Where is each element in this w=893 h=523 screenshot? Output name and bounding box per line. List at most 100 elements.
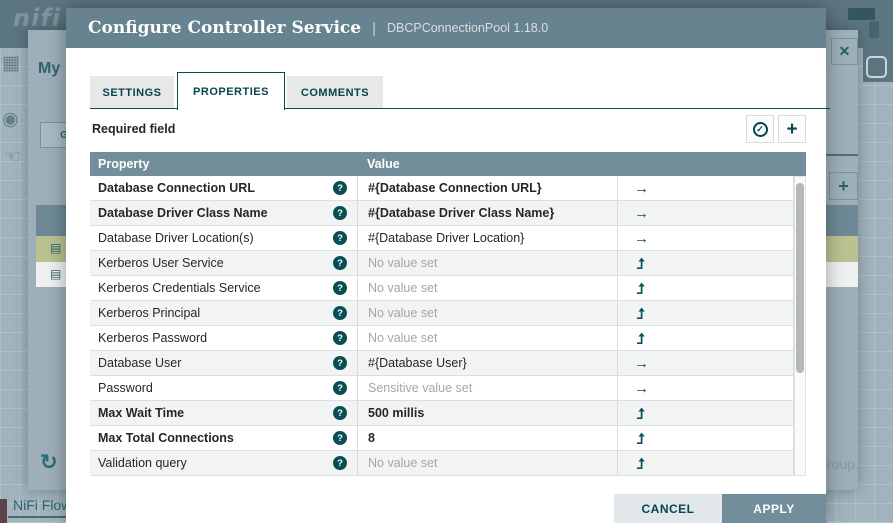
- check-circle-icon: ✓: [753, 122, 768, 137]
- dialog-header: Configure Controller Service | DBCPConne…: [66, 8, 826, 48]
- property-value-cell[interactable]: No value set: [357, 451, 617, 475]
- property-action-cell: [617, 326, 794, 350]
- add-property-button[interactable]: +: [778, 115, 806, 143]
- property-row[interactable]: Kerberos Principal? No value set: [90, 301, 806, 326]
- goto-parameter-icon[interactable]: →: [634, 206, 649, 221]
- goto-parameter-icon[interactable]: →: [634, 181, 649, 196]
- tab-comments[interactable]: COMMENTS: [287, 76, 383, 109]
- help-icon[interactable]: ?: [333, 406, 347, 420]
- behind-row: [826, 262, 858, 287]
- scrollbar-thumb[interactable]: [796, 183, 804, 373]
- help-icon[interactable]: ?: [333, 306, 347, 320]
- convert-to-parameter-icon[interactable]: [634, 257, 646, 270]
- property-value: No value set: [368, 281, 437, 295]
- help-icon[interactable]: ?: [333, 181, 347, 195]
- property-row[interactable]: Database Driver Location(s)?#{Database D…: [90, 226, 806, 251]
- apply-button[interactable]: APPLY: [722, 494, 826, 523]
- property-row[interactable]: Database User?#{Database User} →: [90, 351, 806, 376]
- property-value: Sensitive value set: [368, 381, 472, 395]
- convert-to-parameter-icon[interactable]: [634, 282, 646, 295]
- goto-parameter-icon[interactable]: →: [634, 356, 649, 371]
- required-field-label: Required field: [92, 122, 175, 136]
- property-value-cell[interactable]: #{Database Driver Class Name}: [357, 201, 617, 225]
- convert-to-parameter-icon[interactable]: [634, 307, 646, 320]
- property-row[interactable]: Password? Sensitive value set →: [90, 376, 806, 401]
- property-name-cell: Database Connection URL?: [90, 176, 357, 200]
- help-icon[interactable]: ?: [333, 431, 347, 445]
- breadcrumb[interactable]: NiFi Flow: [13, 497, 71, 513]
- help-icon[interactable]: ?: [333, 231, 347, 245]
- property-value-cell[interactable]: Sensitive value set: [357, 376, 617, 400]
- property-value: No value set: [368, 306, 437, 320]
- help-icon[interactable]: ?: [333, 381, 347, 395]
- property-value-cell[interactable]: 8: [357, 426, 617, 450]
- nifi-app-screen: nifi ▦ ◉ ☜ NiFi Flow My G ↻ ✕ + ▤ ▤ roup…: [0, 0, 893, 523]
- properties-table: Property Value Database Connection URL? #…: [90, 152, 806, 476]
- property-value: #{Database Driver Class Name}: [368, 206, 554, 220]
- help-icon[interactable]: ?: [333, 456, 347, 470]
- refresh-icon: ↻: [40, 450, 58, 475]
- property-value-cell[interactable]: No value set: [357, 301, 617, 325]
- navbar-widget-small: [869, 21, 879, 38]
- property-value-cell[interactable]: No value set: [357, 276, 617, 300]
- properties-table-body: Database Connection URL? #{Database Conne…: [90, 176, 806, 476]
- help-icon[interactable]: ?: [333, 281, 347, 295]
- property-action-cell: →: [617, 351, 794, 375]
- property-value-cell[interactable]: No value set: [357, 326, 617, 350]
- property-name: Database Driver Class Name: [98, 206, 268, 220]
- convert-to-parameter-icon[interactable]: [634, 457, 646, 470]
- property-row[interactable]: Kerberos Password? No value set: [90, 326, 806, 351]
- verify-properties-button[interactable]: ✓: [746, 115, 774, 143]
- property-action-cell: [617, 276, 794, 300]
- palette-fragment: [0, 499, 7, 523]
- cancel-button[interactable]: CANCEL: [614, 494, 722, 523]
- property-row[interactable]: Database Connection URL? #{Database Conne…: [90, 176, 806, 201]
- property-row[interactable]: Kerberos User Service? No value set: [90, 251, 806, 276]
- property-name: Kerberos Credentials Service: [98, 281, 261, 295]
- property-row[interactable]: Kerberos Credentials Service? No value se…: [90, 276, 806, 301]
- property-value-cell[interactable]: No value set: [357, 251, 617, 275]
- navigate-icon: ◉: [2, 110, 19, 129]
- property-name: Max Wait Time: [98, 406, 184, 420]
- service-type-version: DBCPConnectionPool 1.18.0: [387, 21, 548, 35]
- title-separator: |: [372, 20, 376, 37]
- property-value: #{Database Connection URL}: [368, 181, 542, 195]
- table-scrollbar[interactable]: [794, 176, 806, 476]
- level-up-icon: [634, 457, 646, 470]
- property-name-cell: Database User?: [90, 351, 357, 375]
- property-name: Kerberos Principal: [98, 306, 200, 320]
- close-icon: ✕: [831, 38, 858, 65]
- property-row[interactable]: Database Driver Class Name? #{Database Dr…: [90, 201, 806, 226]
- property-value-cell[interactable]: #{Database Connection URL}: [357, 176, 617, 200]
- property-row[interactable]: Max Wait Time? 500 millis: [90, 401, 806, 426]
- goto-parameter-icon[interactable]: →: [634, 231, 649, 246]
- help-icon[interactable]: ?: [333, 356, 347, 370]
- goto-parameter-icon[interactable]: →: [634, 381, 649, 396]
- properties-table-header: Property Value: [90, 152, 806, 176]
- property-name-cell: Kerberos User Service?: [90, 251, 357, 275]
- convert-to-parameter-icon[interactable]: [634, 407, 646, 420]
- property-name: Kerberos Password: [98, 331, 207, 345]
- help-icon[interactable]: ?: [333, 206, 347, 220]
- sticky-note-icon: [866, 56, 887, 78]
- property-row[interactable]: Validation query? No value set: [90, 451, 806, 476]
- help-icon[interactable]: ?: [333, 256, 347, 270]
- property-value: No value set: [368, 456, 437, 470]
- convert-to-parameter-icon[interactable]: [634, 432, 646, 445]
- book-icon: ▤: [50, 268, 61, 280]
- property-value: No value set: [368, 256, 437, 270]
- tab-properties[interactable]: PROPERTIES: [177, 72, 285, 110]
- tab-settings[interactable]: SETTINGS: [90, 76, 174, 109]
- property-action-cell: →: [617, 376, 794, 400]
- property-value-cell[interactable]: #{Database Driver Location}: [357, 226, 617, 250]
- property-value-cell[interactable]: #{Database User}: [357, 351, 617, 375]
- property-row[interactable]: Max Total Connections?8: [90, 426, 806, 451]
- convert-to-parameter-icon[interactable]: [634, 332, 646, 345]
- property-value-cell[interactable]: 500 millis: [357, 401, 617, 425]
- help-icon[interactable]: ?: [333, 331, 347, 345]
- property-name-cell: Database Driver Class Name?: [90, 201, 357, 225]
- property-action-cell: →: [617, 176, 794, 200]
- property-name: Password: [98, 381, 153, 395]
- property-action-cell: [617, 426, 794, 450]
- property-name: Validation query: [98, 456, 187, 470]
